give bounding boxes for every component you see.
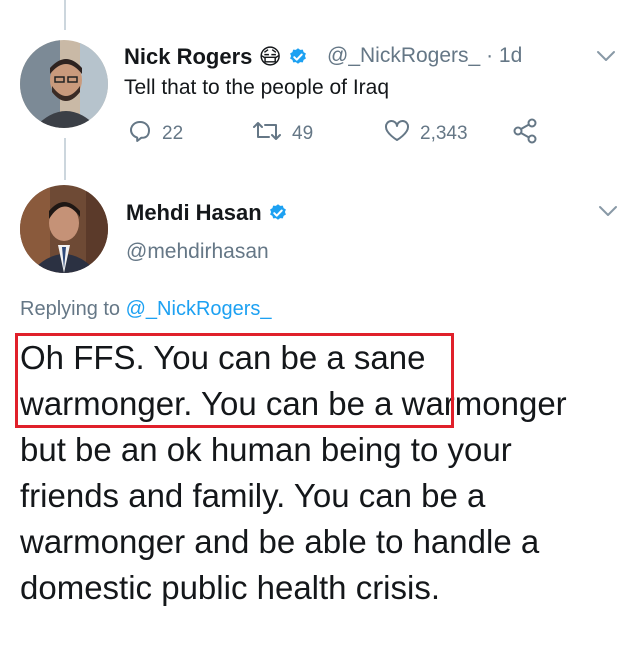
reply-text: Tell that to the people of Iraq <box>124 76 390 99</box>
like-count: 2,343 <box>420 123 468 144</box>
dot-separator: · <box>486 44 494 67</box>
tweet-line: warmonger and be able to handle a <box>20 523 540 560</box>
chevron-down-icon[interactable] <box>596 49 616 68</box>
reply-icon[interactable] <box>128 119 162 149</box>
tweet-line: but be an ok human being to your <box>20 431 512 468</box>
highlight-box <box>15 333 454 428</box>
reply-display-name-row[interactable]: Nick Rogers 😷 <box>124 44 308 73</box>
tweet-line: domestic public health crisis. <box>20 569 441 606</box>
reply-count: 22 <box>162 123 184 144</box>
replying-to-label: Replying to <box>20 298 121 320</box>
main-display-name[interactable]: Mehdi Hasan <box>126 200 262 225</box>
reply-timestamp[interactable]: 1d <box>499 44 522 67</box>
main-display-name-row[interactable]: Mehdi Hasan <box>126 200 288 229</box>
avatar-nick-rogers[interactable] <box>20 40 108 128</box>
reply-action[interactable]: 22 <box>128 120 183 148</box>
verified-badge-icon <box>288 47 308 73</box>
mask-emoji: 😷 <box>258 44 282 69</box>
chevron-down-icon[interactable] <box>598 204 618 223</box>
avatar-mehdi-hasan[interactable] <box>20 185 108 273</box>
replying-to-mention[interactable]: @_NickRogers_ <box>126 298 272 320</box>
share-action[interactable] <box>512 118 548 150</box>
retweet-count: 49 <box>292 123 314 144</box>
replying-to: Replying to @_NickRogers_ <box>20 298 272 321</box>
like-icon[interactable] <box>384 119 420 149</box>
like-action[interactable]: 2,343 <box>384 120 468 148</box>
retweet-icon[interactable] <box>252 119 292 149</box>
share-icon[interactable] <box>512 118 548 150</box>
thread-line-middle <box>64 138 66 180</box>
reply-handle[interactable]: @_NickRogers_ <box>327 44 480 67</box>
verified-badge-icon <box>268 203 288 229</box>
thread-line-top <box>64 0 66 30</box>
retweet-action[interactable]: 49 <box>252 120 313 148</box>
main-handle[interactable]: @mehdirhasan <box>126 240 269 264</box>
reply-display-name[interactable]: Nick Rogers <box>124 44 252 69</box>
tweet-line: friends and family. You can be a <box>20 477 486 514</box>
reply-handle-row: @_NickRogers_ · 1d <box>327 44 522 68</box>
